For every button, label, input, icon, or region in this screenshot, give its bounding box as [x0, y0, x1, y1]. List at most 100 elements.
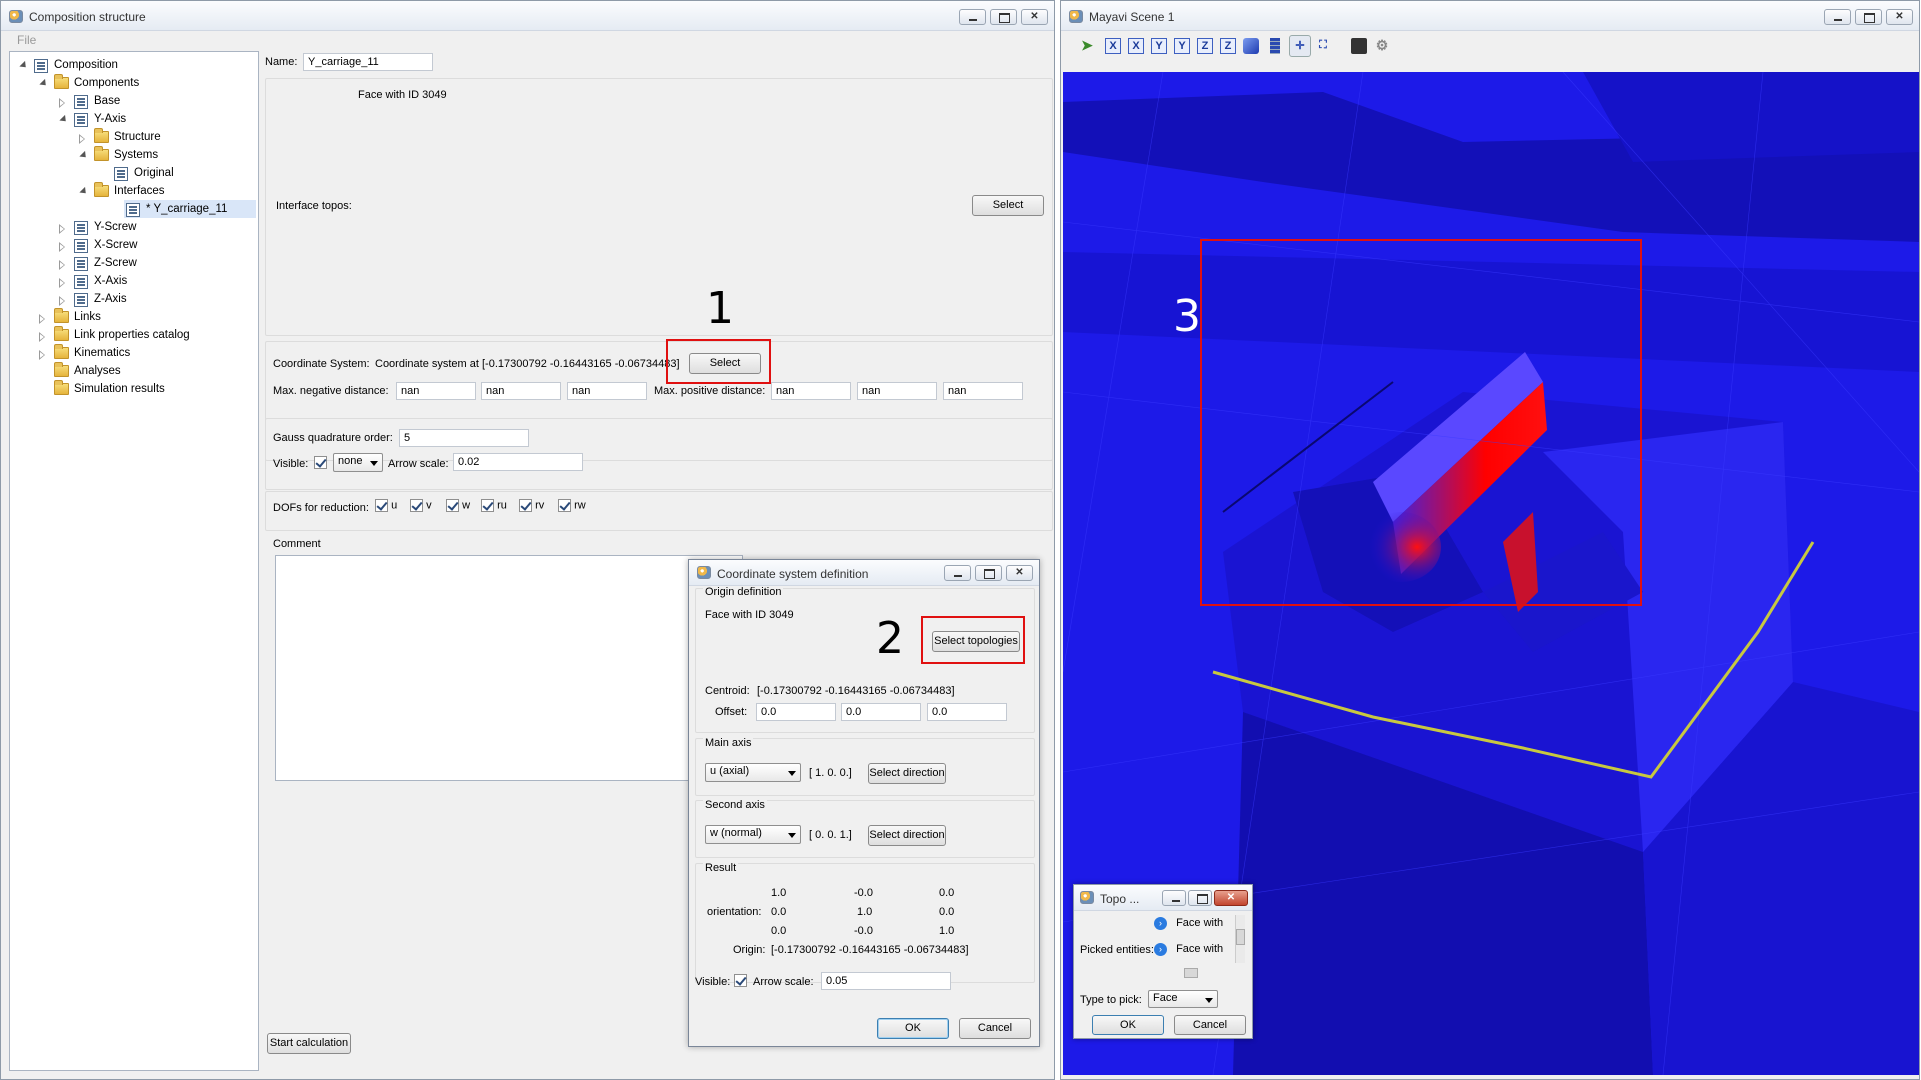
maximize-button[interactable] — [975, 565, 1002, 581]
dof-rv-checkbox[interactable] — [519, 499, 532, 512]
tree-item-composition[interactable]: Composition — [10, 56, 256, 74]
vertical-scrollbar[interactable] — [1235, 915, 1245, 963]
tree-item-kinematics[interactable]: Kinematics — [10, 344, 256, 362]
tree-item-systems[interactable]: Systems — [10, 146, 256, 164]
dialog-cancel-button[interactable]: Cancel — [959, 1018, 1031, 1039]
close-button[interactable]: ✕ — [1214, 890, 1248, 906]
dof-u-checkbox[interactable] — [375, 499, 388, 512]
dialog-visible-checkbox[interactable] — [734, 974, 747, 987]
save-icon[interactable] — [1351, 38, 1367, 54]
max-positive-field-2[interactable]: nan — [857, 382, 937, 400]
name-field[interactable]: Y_carriage_11 — [303, 53, 433, 71]
start-calculation-button[interactable]: Start calculation — [267, 1033, 351, 1054]
maximize-button[interactable] — [990, 9, 1017, 25]
pointer-icon[interactable]: ➤ — [1079, 38, 1095, 54]
collapse-arrow-icon[interactable] — [39, 78, 49, 89]
tree-item-y-carriage-11[interactable]: * Y_carriage_11 — [124, 200, 256, 218]
axes-icon[interactable]: ✛ — [1289, 35, 1311, 57]
view-x2-icon[interactable]: X — [1128, 38, 1144, 54]
parallel-projection-icon[interactable] — [1270, 38, 1280, 54]
view-z2-icon[interactable]: Z — [1220, 38, 1236, 54]
tree-item-z-axis[interactable]: Z-Axis — [10, 290, 256, 308]
interface-select-button[interactable]: Select — [972, 195, 1044, 216]
second-axis-combo[interactable]: w (normal) — [705, 825, 801, 844]
iso-view-icon[interactable] — [1243, 38, 1259, 54]
topo-cancel-button[interactable]: Cancel — [1174, 1015, 1246, 1035]
tree-item-x-screw[interactable]: X-Screw — [10, 236, 256, 254]
second-axis-select-direction-button[interactable]: Select direction — [868, 825, 946, 846]
menu-file[interactable]: File — [17, 33, 36, 47]
dialog-arrow-scale-field[interactable]: 0.05 — [821, 972, 951, 990]
close-button[interactable]: ✕ — [1006, 565, 1033, 581]
dof-w[interactable]: w — [446, 499, 470, 512]
max-positive-field-1[interactable]: nan — [771, 382, 851, 400]
arrow-scale-field[interactable]: 0.02 — [453, 453, 583, 471]
dof-v-checkbox[interactable] — [410, 499, 423, 512]
expand-arrow-icon[interactable] — [59, 296, 65, 306]
tree-item-link-properties-catalog[interactable]: Link properties catalog — [10, 326, 256, 344]
minimize-button[interactable] — [959, 9, 986, 25]
collapse-arrow-icon[interactable] — [79, 186, 89, 197]
topo-ok-button[interactable]: OK — [1092, 1015, 1164, 1035]
view-z-icon[interactable]: Z — [1197, 38, 1213, 54]
expand-arrow-icon[interactable] — [59, 224, 65, 234]
expand-arrow-icon[interactable] — [59, 260, 65, 270]
dof-rv[interactable]: rv — [519, 499, 544, 512]
max-negative-field-2[interactable]: nan — [481, 382, 561, 400]
visible-combo[interactable]: none — [333, 453, 383, 472]
expand-arrow-icon[interactable] — [39, 314, 45, 324]
main-axis-select-direction-button[interactable]: Select direction — [868, 763, 946, 784]
maximize-button[interactable] — [1855, 9, 1882, 25]
max-positive-field-3[interactable]: nan — [943, 382, 1023, 400]
collapse-arrow-icon[interactable] — [19, 60, 29, 71]
collapse-arrow-icon[interactable] — [79, 150, 89, 161]
dof-rw-checkbox[interactable] — [558, 499, 571, 512]
dof-rw[interactable]: rw — [558, 499, 586, 512]
tree-item-y-axis[interactable]: Y-Axis — [10, 110, 256, 128]
settings-icon[interactable]: ⚙ — [1374, 38, 1390, 54]
horizontal-scrollbar[interactable] — [1154, 967, 1234, 979]
offset-field-x[interactable]: 0.0 — [756, 703, 836, 721]
maximize-button[interactable] — [1188, 890, 1212, 906]
dof-w-checkbox[interactable] — [446, 499, 459, 512]
tree-item-x-axis[interactable]: X-Axis — [10, 272, 256, 290]
type-to-pick-combo[interactable]: Face — [1148, 990, 1218, 1008]
minimize-button[interactable] — [1162, 890, 1186, 906]
gauss-field[interactable]: 5 — [399, 429, 529, 447]
dof-ru-checkbox[interactable] — [481, 499, 494, 512]
tree-item-simulation-results[interactable]: Simulation results — [10, 380, 256, 398]
comment-textarea[interactable] — [275, 555, 743, 781]
expand-arrow-icon[interactable] — [39, 332, 45, 342]
expand-arrow-icon[interactable] — [59, 242, 65, 252]
view-x-icon[interactable]: X — [1105, 38, 1121, 54]
view-y-icon[interactable]: Y — [1151, 38, 1167, 54]
fullscreen-icon[interactable]: ⛶ — [1315, 38, 1331, 54]
dialog-ok-button[interactable]: OK — [877, 1018, 949, 1039]
main-axis-combo[interactable]: u (axial) — [705, 763, 801, 782]
expand-arrow-icon[interactable] — [59, 278, 65, 288]
offset-field-y[interactable]: 0.0 — [841, 703, 921, 721]
collapse-arrow-icon[interactable] — [59, 114, 69, 125]
dof-ru[interactable]: ru — [481, 499, 507, 512]
view-y2-icon[interactable]: Y — [1174, 38, 1190, 54]
tree-item-interfaces[interactable]: Interfaces — [10, 182, 256, 200]
expand-arrow-icon[interactable] — [79, 134, 85, 144]
minimize-button[interactable] — [1824, 9, 1851, 25]
tree-item-links[interactable]: Links — [10, 308, 256, 326]
offset-field-z[interactable]: 0.0 — [927, 703, 1007, 721]
dof-u[interactable]: u — [375, 499, 397, 512]
tree-item-y-screw[interactable]: Y-Screw — [10, 218, 256, 236]
close-button[interactable]: ✕ — [1886, 9, 1913, 25]
expand-arrow-icon[interactable] — [39, 350, 45, 360]
scrollbar-thumb[interactable] — [1236, 929, 1245, 945]
tree-item-z-screw[interactable]: Z-Screw — [10, 254, 256, 272]
picked-item-1[interactable]: › Face with — [1154, 917, 1223, 930]
tree-item-analyses[interactable]: Analyses — [10, 362, 256, 380]
tree-item-structure[interactable]: Structure — [10, 128, 256, 146]
scrollbar-thumb[interactable] — [1184, 968, 1198, 978]
dof-v[interactable]: v — [410, 499, 432, 512]
minimize-button[interactable] — [944, 565, 971, 581]
max-negative-field-3[interactable]: nan — [567, 382, 647, 400]
expand-arrow-icon[interactable] — [59, 98, 65, 108]
visible-checkbox[interactable] — [314, 456, 327, 469]
